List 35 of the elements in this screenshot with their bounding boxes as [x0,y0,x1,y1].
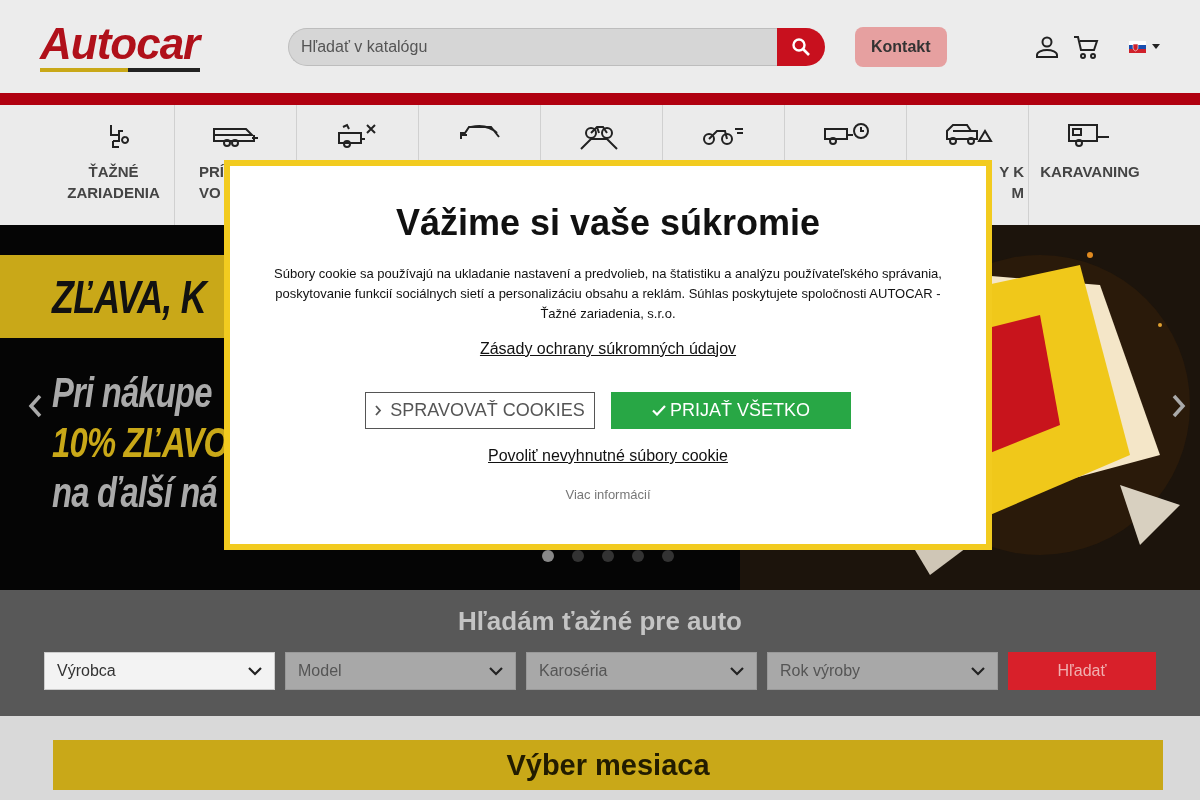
caret-icon [1151,44,1160,49]
carousel-dot[interactable] [602,550,614,562]
search-button[interactable] [777,27,825,66]
chevron-down-icon [971,666,985,676]
select-field[interactable]: Výrobca [44,652,275,690]
chevron-down-icon [730,666,744,676]
check-icon [652,405,666,416]
logo[interactable]: Autocar [40,21,205,66]
accept-all-button[interactable]: PRIJAŤ VŠETKO [611,392,851,429]
dialog-text: Súbory cookie sa používajú na ukladanie nastavení a predvolieb, na štatistiku a analýzu používateľského správania, poskytovanie funkcií sociálnych sietí a personalizáciu obsahu a reklám. Súhlas poskytujete spoločnosti AUTOCAR - Ťažné zariadenia, s.r.o. [273,265,943,323]
dialog-title: Vážime si vaše súkromie [395,202,821,244]
necessary-cookies-link[interactable]: Povoliť nevyhnutné súbory cookie [488,447,728,465]
carousel-dot[interactable] [632,550,644,562]
more-info-link[interactable]: Viac informácií [565,487,651,502]
user-icon[interactable] [1034,34,1059,59]
category-label[interactable]: KARAVANING [1029,161,1151,182]
section-heading: Výber mesiaca [53,740,1163,790]
carousel-dot[interactable] [542,550,554,562]
language-selector[interactable] [1128,40,1160,53]
cart-icon[interactable] [1072,33,1099,60]
banner-text: Pri nákupe [52,368,212,418]
banner-text: na ďalší ná [52,468,217,518]
chevron-down-icon [248,666,262,676]
category-label[interactable]: ŤAŽNÉ ZARIADENIA [53,161,174,203]
chevron-right-icon [375,405,383,416]
carousel-dot[interactable] [572,550,584,562]
privacy-link[interactable]: Zásady ochrany súkromných údajov [479,340,737,358]
search-icon [791,36,811,57]
chevron-down-icon [489,666,503,676]
section-title: Hľadám ťažné pre auto [458,606,742,637]
carousel-dot[interactable] [662,550,674,562]
contact-button[interactable]: Kontakt [855,26,947,67]
flag-icon [1128,40,1146,53]
search-field[interactable]: Hľadať v katalógu [288,27,777,66]
manage-cookies-button[interactable]: SPRAVOVAŤ COOKIES [365,392,595,429]
